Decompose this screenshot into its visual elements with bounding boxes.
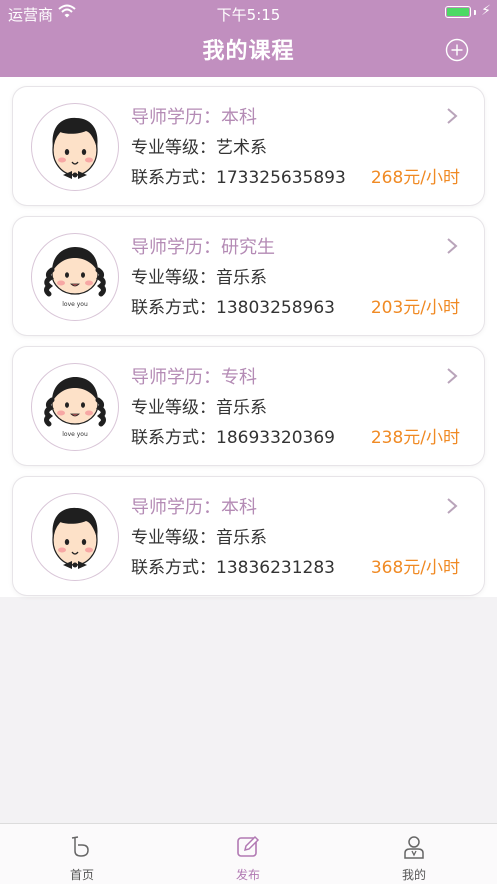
course-card[interactable]: love you 导师学历：专科 专业等级：音乐系 联系方式：186933203… [13, 347, 484, 465]
battery-tip [474, 10, 476, 15]
add-button[interactable] [445, 38, 469, 62]
price-label: 268元/小时 [370, 168, 460, 188]
education-label: 导师学历：研究生 [131, 237, 275, 258]
status-bar: 运营商 下午5:15 ⚡ [0, 0, 497, 26]
department-label: 专业等级：音乐系 [131, 268, 267, 288]
department-label: 专业等级：音乐系 [131, 528, 267, 548]
home-icon [71, 836, 89, 857]
contact-label: 联系方式：18693320369 [131, 428, 335, 448]
chevron-right-icon [447, 108, 458, 124]
tab-bar: 首页 发布 我的 [0, 823, 497, 884]
course-list: 导师学历：本科 专业等级：艺术系 联系方式：173325635893 268元/… [0, 77, 497, 597]
price-label: 368元/小时 [370, 558, 460, 578]
education-label: 导师学历：专科 [131, 367, 257, 388]
tab-home[interactable]: 首页 [22, 824, 142, 884]
chevron-right-icon [447, 368, 458, 384]
battery-icon [445, 6, 471, 18]
avatar-caption: love you [62, 431, 88, 438]
tab-publish[interactable]: 发布 [188, 824, 308, 884]
education-label: 导师学历：本科 [131, 107, 257, 128]
course-card[interactable]: 导师学历：本科 专业等级：艺术系 联系方式：173325635893 268元/… [13, 87, 484, 205]
tab-profile-label: 我的 [401, 868, 426, 882]
charging-icon: ⚡ [481, 3, 491, 19]
page-title: 我的课程 [202, 39, 295, 64]
tab-profile[interactable]: 我的 [354, 824, 474, 884]
course-card[interactable]: love you 导师学历：研究生 专业等级：音乐系 联系方式：13803258… [13, 217, 484, 335]
education-label: 导师学历：本科 [131, 497, 257, 518]
tab-publish-label: 发布 [235, 868, 260, 882]
department-label: 专业等级：艺术系 [131, 138, 267, 158]
chevron-right-icon [447, 498, 458, 514]
contact-label: 联系方式：13803258963 [131, 298, 335, 318]
publish-icon [237, 835, 260, 857]
boy-avatar [31, 103, 119, 191]
boy-avatar [31, 493, 119, 581]
contact-label: 联系方式：173325635893 [131, 168, 346, 188]
app-header: 运营商 下午5:15 ⚡ 我的课程 [0, 0, 497, 77]
profile-icon [404, 836, 424, 859]
girl-avatar: love you [31, 363, 119, 451]
avatar-caption: love you [62, 301, 88, 308]
price-label: 238元/小时 [370, 428, 460, 448]
department-label: 专业等级：音乐系 [131, 398, 267, 418]
battery-level [447, 8, 469, 16]
contact-label: 联系方式：13836231283 [131, 558, 335, 578]
price-label: 203元/小时 [370, 298, 460, 318]
course-card[interactable]: 导师学历：本科 专业等级：音乐系 联系方式：13836231283 368元/小… [13, 477, 484, 595]
girl-avatar: love you [31, 233, 119, 321]
tab-home-label: 首页 [69, 868, 94, 882]
chevron-right-icon [447, 238, 458, 254]
status-time: 下午5:15 [216, 6, 281, 24]
